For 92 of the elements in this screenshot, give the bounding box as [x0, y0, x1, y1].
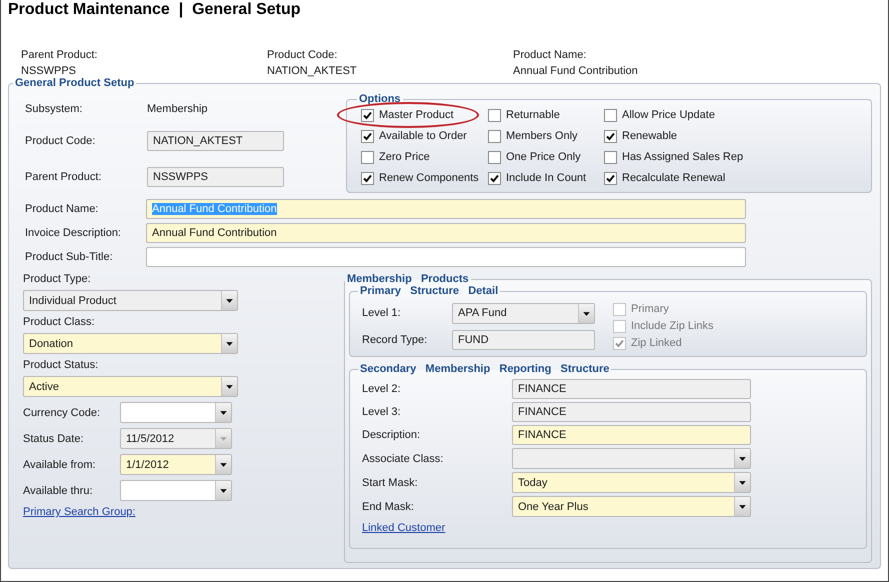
text-field[interactable]: FINANCE [512, 425, 751, 445]
checkbox[interactable] [604, 172, 617, 184]
field-label: Parent Product: [25, 171, 102, 183]
caret-icon [734, 497, 750, 516]
field-label: Available thru: [23, 484, 93, 496]
linked-customer-link[interactable]: Linked Customer [362, 522, 446, 534]
caret-icon [734, 473, 750, 492]
checkbox[interactable] [361, 150, 374, 164]
text-field[interactable]: FINANCE [512, 379, 751, 399]
field-label: Product Sub-Title: [25, 251, 114, 263]
field-value: Membership [147, 103, 209, 115]
field-label: Subsystem: [25, 103, 84, 115]
section-title: General Product Setup [14, 77, 136, 89]
checkbox-label: Renewable [622, 130, 678, 142]
checkbox[interactable] [361, 130, 374, 142]
field-label: Level 2: [362, 383, 402, 395]
field-label: End Mask: [362, 500, 415, 512]
field-label: Product Type: [23, 273, 92, 285]
field-label: Status Date: [23, 432, 84, 444]
text-field[interactable]: NSSWPPS [147, 167, 284, 187]
dropdown[interactable]: One Year Plus [512, 496, 751, 517]
checkbox-label: One Price Only [506, 151, 581, 163]
primary-search-group-link[interactable]: Primary Search Group: [23, 506, 136, 518]
caret-icon [215, 481, 231, 500]
caret-icon [578, 304, 594, 322]
info-label: Product Code: [267, 49, 338, 61]
field-label: Description: [362, 429, 422, 441]
checkbox[interactable] [488, 108, 501, 122]
caret-icon [215, 455, 231, 474]
text-field[interactable]: FINANCE [512, 402, 751, 422]
checkbox[interactable] [604, 130, 617, 142]
dropdown[interactable]: Active [23, 376, 238, 397]
field-label: Record Type: [362, 334, 428, 346]
field-label: Product Code: [25, 135, 96, 147]
section-title: Secondary Membership Reporting Structure [359, 363, 610, 375]
field-label: Product Name: [25, 203, 100, 215]
checkbox[interactable] [604, 108, 617, 122]
dropdown[interactable]: 1/1/2012 [120, 454, 232, 475]
checkbox-label: Returnable [506, 109, 560, 121]
checkbox-label: Renew Components [379, 172, 479, 184]
checkbox-label: Include In Count [506, 172, 586, 184]
caret-icon [734, 449, 750, 468]
checkbox[interactable] [488, 172, 501, 184]
text-field[interactable]: FUND [452, 330, 595, 350]
caret-icon [215, 429, 231, 448]
checkbox[interactable] [488, 130, 501, 142]
page-title: Product Maintenance | General Setup [8, 0, 302, 19]
text-field[interactable]: NATION_AKTEST [147, 131, 284, 151]
info-value: NSSWPPS [21, 65, 78, 77]
dropdown[interactable] [120, 402, 232, 423]
checkbox-label: Members Only [506, 130, 578, 142]
checkbox-label: Zero Price [379, 151, 430, 163]
section-title: Primary Structure Detail [359, 285, 500, 297]
dropdown[interactable] [512, 448, 751, 469]
dropdown[interactable] [120, 480, 232, 501]
field-label: Currency Code: [23, 406, 100, 418]
info-label: Parent Product: [21, 49, 98, 61]
caret-icon [221, 377, 237, 396]
dropdown[interactable]: Individual Product [23, 290, 238, 311]
checkbox[interactable] [488, 150, 501, 164]
caret-icon [221, 334, 237, 353]
checkbox-label: Recalculate Renewal [622, 172, 726, 184]
checkbox-label: Has Assigned Sales Rep [622, 151, 744, 163]
field-label: Available from: [23, 458, 96, 470]
dropdown[interactable]: APA Fund [452, 302, 595, 324]
checkbox-label: Primary [631, 303, 669, 315]
field-label: Product Class: [23, 316, 96, 328]
checkbox-label: Available to Order [379, 130, 467, 142]
field-label: Associate Class: [362, 452, 444, 464]
checkbox-label: Zip Linked [631, 337, 682, 349]
dropdown[interactable]: Donation [23, 333, 238, 354]
field-label: Level 3: [362, 406, 402, 418]
checkbox[interactable] [361, 108, 374, 122]
checkbox-label: Include Zip Links [631, 320, 714, 332]
info-value: Annual Fund Contribution [513, 65, 639, 77]
checkbox[interactable] [604, 150, 617, 164]
checkbox[interactable] [361, 172, 374, 184]
text-field[interactable] [146, 247, 746, 267]
section-title: Membership Products [346, 273, 470, 285]
section-title: Options [358, 93, 402, 105]
field-label: Level 1: [362, 307, 402, 319]
field-label: Invoice Description: [25, 227, 122, 239]
caret-icon [215, 403, 231, 422]
info-label: Product Name: [513, 49, 588, 61]
checkbox-label: Master Product [379, 109, 454, 121]
checkbox-label: Allow Price Update [622, 109, 715, 121]
text-field[interactable]: Annual Fund Contribution [146, 223, 746, 243]
field-label: Start Mask: [362, 476, 419, 488]
info-value: NATION_AKTEST [267, 65, 358, 77]
dropdown[interactable]: Today [512, 472, 751, 493]
field-label: Product Status: [23, 359, 100, 371]
caret-icon [221, 291, 237, 310]
